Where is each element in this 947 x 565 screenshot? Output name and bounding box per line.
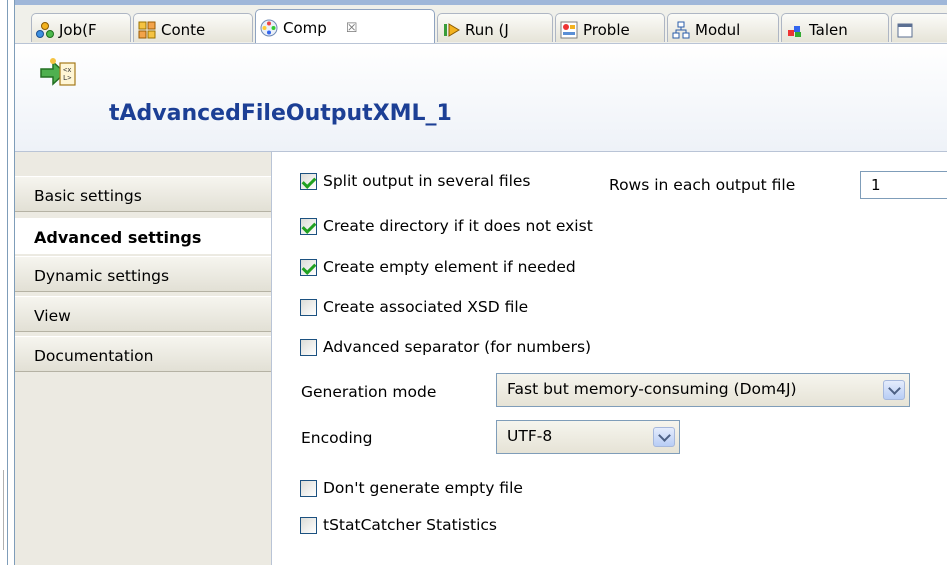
generation-mode-label: Generation mode xyxy=(301,383,437,401)
create-directory-option[interactable]: Create directory if it does not exist xyxy=(300,217,593,235)
split-output-option[interactable]: Split output in several files xyxy=(300,172,531,190)
tstatcatcher-option[interactable]: tStatCatcher Statistics xyxy=(300,516,497,534)
tab-modules-label: Modul xyxy=(695,20,741,39)
dont-generate-empty-option[interactable]: Don't generate empty file xyxy=(300,479,523,497)
component-title: tAdvancedFileOutputXML_1 xyxy=(109,101,452,126)
left-edge xyxy=(0,0,8,565)
sidebar-item-basic-settings[interactable]: Basic settings xyxy=(15,176,271,212)
advanced-separator-checkbox[interactable] xyxy=(300,338,317,356)
rows-per-file-input[interactable]: 1 xyxy=(860,171,947,199)
create-xsd-checkbox[interactable] xyxy=(300,298,317,316)
component-view: Job(F Conte Comp ☒ Run (J Proble Modul T… xyxy=(14,0,947,565)
component-icon xyxy=(260,19,278,37)
tab-job-label: Job(F xyxy=(59,20,97,39)
create-xsd-option[interactable]: Create associated XSD file xyxy=(300,298,528,316)
tab-contexts-label: Conte xyxy=(161,20,206,39)
settings-sidebar: Basic settings Advanced settings Dynamic… xyxy=(15,152,272,565)
tab-talend[interactable]: Talen xyxy=(781,13,889,42)
tab-problems[interactable]: Proble xyxy=(555,13,665,42)
tab-component[interactable]: Comp ☒ xyxy=(255,9,435,43)
context-icon xyxy=(138,21,156,39)
chevron-down-icon[interactable] xyxy=(883,380,905,400)
encoding-value: UTF-8 xyxy=(507,427,553,445)
create-xsd-label: Create associated XSD file xyxy=(323,298,529,316)
create-empty-element-checkbox[interactable] xyxy=(300,258,317,276)
svg-text:L>: L> xyxy=(63,74,71,82)
close-tab-icon[interactable]: ☒ xyxy=(346,21,358,36)
run-icon xyxy=(442,21,460,39)
tab-job[interactable]: Job(F xyxy=(31,13,131,42)
view-tab-bar: Job(F Conte Comp ☒ Run (J Proble Modul T… xyxy=(15,5,947,44)
dont-generate-empty-label: Don't generate empty file xyxy=(323,479,523,497)
modules-icon xyxy=(672,21,690,39)
encoding-label: Encoding xyxy=(301,429,373,447)
talend-icon xyxy=(786,21,804,39)
chevron-down-icon[interactable] xyxy=(653,427,675,447)
problems-icon xyxy=(560,21,578,39)
tstatcatcher-label: tStatCatcher Statistics xyxy=(323,516,498,534)
job-icon xyxy=(36,21,54,39)
create-directory-checkbox[interactable] xyxy=(300,217,317,235)
generation-mode-value: Fast but memory-consuming (Dom4J) xyxy=(507,380,797,398)
advanced-separator-label: Advanced separator (for numbers) xyxy=(323,338,592,356)
left-edge-line-2 xyxy=(3,470,4,550)
tab-problems-label: Proble xyxy=(583,20,630,39)
svg-text:<x: <x xyxy=(63,66,71,74)
component-header xyxy=(15,44,947,152)
tab-run-label: Run (J xyxy=(465,20,509,39)
tab-component-label: Comp xyxy=(283,19,327,37)
split-output-checkbox[interactable] xyxy=(300,172,317,190)
tab-contexts[interactable]: Conte xyxy=(133,13,253,42)
advanced-settings-panel: Split output in several files Rows in ea… xyxy=(272,152,947,565)
sidebar-item-dynamic-settings[interactable]: Dynamic settings xyxy=(15,256,271,292)
rows-per-file-label: Rows in each output file xyxy=(609,176,796,194)
encoding-select[interactable]: UTF-8 xyxy=(496,420,680,454)
split-output-label: Split output in several files xyxy=(323,172,531,190)
sidebar-item-view[interactable]: View xyxy=(15,296,271,332)
create-directory-label: Create directory if it does not exist xyxy=(323,217,593,235)
dont-generate-empty-checkbox[interactable] xyxy=(300,479,317,497)
tab-talend-label: Talen xyxy=(809,20,848,39)
create-empty-element-label: Create empty element if needed xyxy=(323,258,576,276)
tab-overflow[interactable] xyxy=(891,13,947,42)
xml-output-icon: <x L> xyxy=(39,57,77,89)
create-empty-element-option[interactable]: Create empty element if needed xyxy=(300,258,576,276)
tab-modules[interactable]: Modul xyxy=(667,13,779,42)
left-edge-line xyxy=(7,0,8,565)
tstatcatcher-checkbox[interactable] xyxy=(300,516,317,534)
sidebar-item-documentation[interactable]: Documentation xyxy=(15,336,271,372)
advanced-separator-option[interactable]: Advanced separator (for numbers) xyxy=(300,338,591,356)
sidebar-item-advanced-settings[interactable]: Advanced settings xyxy=(15,218,271,254)
tab-run[interactable]: Run (J xyxy=(437,13,553,42)
generation-mode-select[interactable]: Fast but memory-consuming (Dom4J) xyxy=(496,373,910,407)
calendar-icon xyxy=(896,21,914,39)
